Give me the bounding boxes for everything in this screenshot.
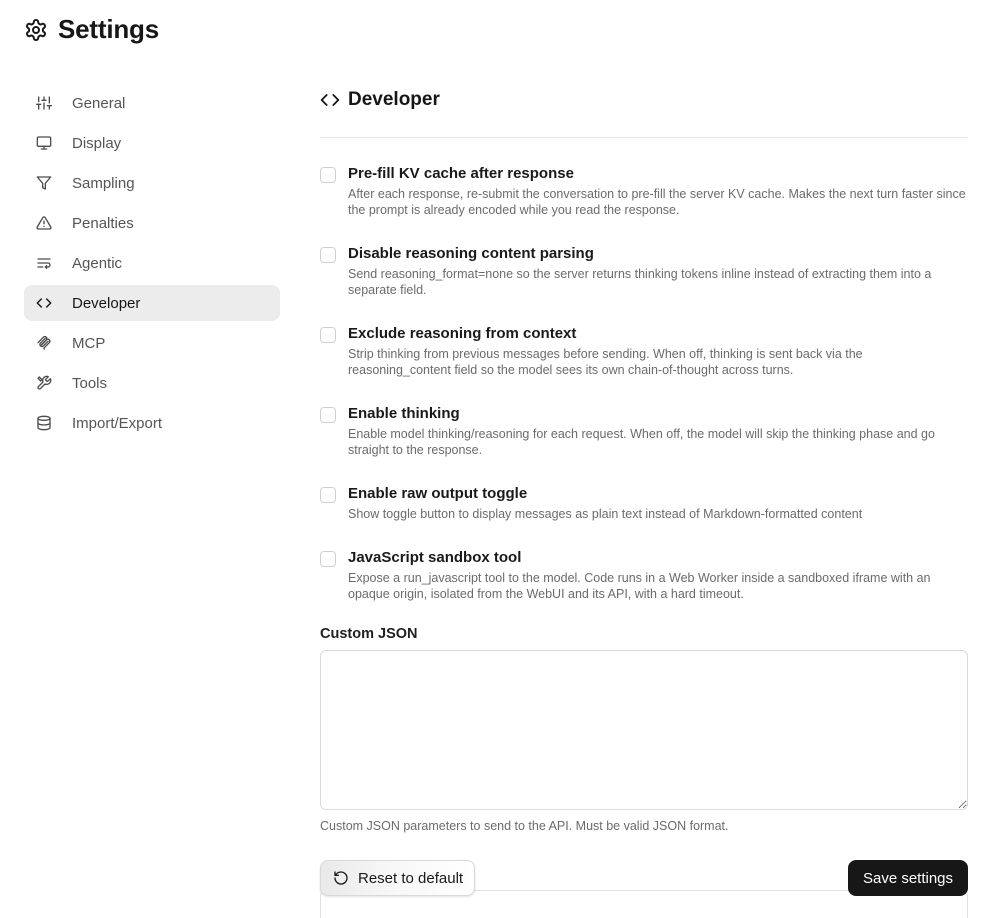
- raw-output-toggle-checkbox[interactable]: [320, 487, 336, 503]
- mcp-icon: [36, 335, 52, 351]
- save-settings-button[interactable]: Save settings: [848, 860, 968, 896]
- settings-sidebar: General Display Sampling Penalties Agent…: [24, 85, 280, 445]
- option-description: After each response, re-submit the conve…: [348, 187, 966, 217]
- option-description: Strip thinking from previous messages be…: [348, 347, 863, 377]
- sidebar-item-label: MCP: [72, 334, 106, 352]
- sidebar-item-general[interactable]: General: [24, 85, 280, 121]
- option-description: Show toggle button to display messages a…: [348, 507, 863, 521]
- option-disable-reasoning-parsing: Disable reasoning content parsing Send r…: [320, 244, 968, 324]
- sidebar-item-import-export[interactable]: Import/Export: [24, 405, 280, 441]
- option-javascript-sandbox: JavaScript sandbox tool Expose a run_jav…: [320, 548, 968, 626]
- code-icon: [36, 295, 52, 311]
- sliders-icon: [36, 95, 52, 111]
- prefill-kv-cache-checkbox[interactable]: [320, 167, 336, 183]
- section-divider: [320, 137, 968, 138]
- section-title: Developer: [348, 89, 440, 110]
- sidebar-item-label: Agentic: [72, 254, 123, 272]
- reset-to-default-button[interactable]: Reset to default: [320, 860, 475, 896]
- developer-settings-panel: Developer Pre-fill KV cache after respon…: [320, 85, 968, 833]
- settings-page: Settings General Display Sampling Penalt…: [0, 0, 982, 918]
- option-title: Enable raw output toggle: [348, 485, 528, 502]
- sidebar-item-mcp[interactable]: MCP: [24, 325, 280, 361]
- sidebar-item-tools[interactable]: Tools: [24, 365, 280, 401]
- sidebar-item-label: General: [72, 94, 126, 112]
- sidebar-item-display[interactable]: Display: [24, 125, 280, 161]
- sidebar-item-sampling[interactable]: Sampling: [24, 165, 280, 201]
- javascript-sandbox-checkbox[interactable]: [320, 551, 336, 567]
- sidebar-item-label: Import/Export: [72, 414, 163, 432]
- monitor-icon: [36, 135, 52, 151]
- database-icon: [36, 415, 52, 431]
- option-prefill-kv-cache: Pre-fill KV cache after response After e…: [320, 164, 968, 244]
- gear-icon: [24, 18, 48, 42]
- option-title: JavaScript sandbox tool: [348, 549, 522, 566]
- page-title: Settings: [58, 14, 159, 44]
- tools-icon: [36, 375, 52, 391]
- reset-button-label: Reset to default: [358, 869, 464, 887]
- exclude-reasoning-checkbox[interactable]: [320, 327, 336, 343]
- option-enable-thinking: Enable thinking Enable model thinking/re…: [320, 404, 968, 484]
- sidebar-item-label: Display: [72, 134, 122, 152]
- sidebar-item-developer[interactable]: Developer: [24, 285, 280, 321]
- sidebar-item-agentic[interactable]: Agentic: [24, 245, 280, 281]
- section-header: Developer: [320, 85, 968, 115]
- option-title: Enable thinking: [348, 405, 460, 422]
- option-description: Send reasoning_format=none so the server…: [348, 267, 932, 297]
- option-title: Pre-fill KV cache after response: [348, 165, 574, 182]
- option-title: Exclude reasoning from context: [348, 325, 577, 342]
- sidebar-item-label: Tools: [72, 374, 108, 392]
- enable-thinking-checkbox[interactable]: [320, 407, 336, 423]
- developer-options: Pre-fill KV cache after response After e…: [320, 164, 968, 626]
- option-description: Expose a run_javascript tool to the mode…: [348, 571, 931, 601]
- sidebar-item-label: Penalties: [72, 214, 134, 232]
- option-title: Disable reasoning content parsing: [348, 245, 594, 262]
- sidebar-item-label: Sampling: [72, 174, 135, 192]
- list-wrap-icon: [36, 255, 52, 271]
- warning-triangle-icon: [36, 215, 52, 231]
- rotate-ccw-icon: [333, 870, 349, 886]
- custom-json-help: Custom JSON parameters to send to the AP…: [320, 819, 729, 833]
- disable-reasoning-parsing-checkbox[interactable]: [320, 247, 336, 263]
- option-raw-output-toggle: Enable raw output toggle Show toggle but…: [320, 484, 968, 548]
- custom-json-textarea[interactable]: [320, 650, 968, 810]
- sidebar-item-penalties[interactable]: Penalties: [24, 205, 280, 241]
- funnel-icon: [36, 175, 52, 191]
- option-description: Enable model thinking/reasoning for each…: [348, 427, 935, 457]
- sidebar-item-label: Developer: [72, 294, 141, 312]
- settings-header: Settings: [24, 14, 159, 45]
- code-icon: [320, 90, 340, 110]
- option-exclude-reasoning: Exclude reasoning from context Strip thi…: [320, 324, 968, 404]
- custom-json-label: Custom JSON: [320, 626, 418, 642]
